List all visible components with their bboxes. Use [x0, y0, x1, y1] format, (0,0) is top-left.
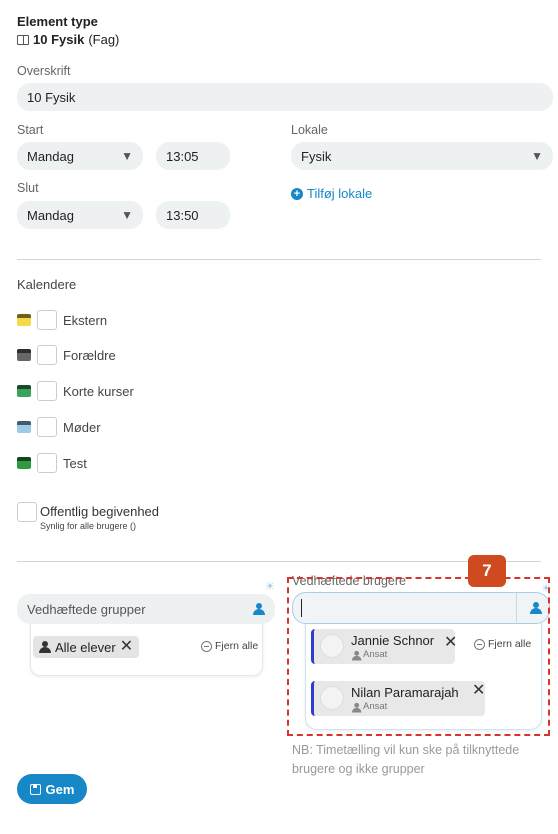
slut-time-input[interactable]: 13:50: [156, 201, 230, 229]
calendar-checkbox-korte-kurser[interactable]: [37, 381, 57, 401]
calendar-name: Ekstern: [63, 312, 108, 328]
start-day-select[interactable]: Mandag ▼: [17, 142, 143, 170]
save-icon: [29, 783, 41, 795]
calendar-name: Forældre: [63, 347, 116, 363]
calendar-checkbox-test[interactable]: [37, 453, 57, 473]
groups-remove-all-label: Fjern alle: [215, 640, 259, 652]
person-icon[interactable]: [253, 603, 265, 615]
calendar-icon: [17, 457, 31, 469]
element-type-title: Element type: [17, 14, 98, 29]
calendar-row: Test: [17, 453, 87, 473]
calendar-icon: [17, 385, 31, 397]
groups-label: Vedhæftede grupper: [27, 601, 146, 617]
groups-search[interactable]: Vedhæftede grupper: [17, 594, 275, 624]
group-chip-label: Alle elever: [55, 639, 116, 655]
groups-remove-all[interactable]: Fjern alle: [201, 640, 258, 652]
calendar-name: Møder: [63, 419, 101, 435]
start-label: Start: [17, 123, 44, 137]
divider: [17, 259, 541, 260]
save-label: Gem: [45, 781, 75, 797]
person-icon: [39, 641, 51, 653]
overskrift-value: 10 Fysik: [27, 89, 76, 105]
element-type-value: 10 Fysik (Fag): [17, 32, 119, 47]
annotation-badge: 7: [468, 555, 506, 587]
calendar-row: Møder: [17, 417, 101, 437]
kalendere-label: Kalendere: [17, 277, 77, 292]
calendar-row: Ekstern: [17, 310, 107, 330]
calendar-name: Korte kurser: [63, 383, 134, 399]
start-time-value: 13:05: [166, 148, 199, 164]
chevron-down-icon: ▼: [121, 208, 133, 222]
offentlig-sub: Synlig for alle brugere (): [40, 521, 137, 531]
annotation-box: [287, 577, 550, 736]
minus-circle-icon: [201, 640, 212, 652]
calendar-checkbox-foraeldre[interactable]: [37, 345, 57, 365]
calendar-row: Forældre: [17, 345, 116, 365]
calendar-icon: [17, 421, 31, 433]
lokale-value: Fysik: [301, 148, 332, 164]
start-time-input[interactable]: 13:05: [156, 142, 230, 170]
close-icon[interactable]: ✕: [120, 639, 133, 655]
calendar-row: Korte kurser: [17, 381, 134, 401]
book-icon: [17, 34, 29, 45]
offentlig-label: Offentlig begivenhed: [40, 504, 160, 519]
offentlig-checkbox[interactable]: [17, 502, 37, 522]
slut-day-value: Mandag: [27, 207, 74, 223]
lokale-select[interactable]: Fysik ▼: [291, 142, 553, 170]
add-lokale-link[interactable]: + Tilføj lokale: [291, 186, 372, 201]
slut-label: Slut: [17, 181, 39, 195]
add-lokale-label: Tilføj lokale: [307, 186, 373, 201]
slut-time-value: 13:50: [166, 207, 199, 223]
element-type-name: 10 Fysik: [33, 32, 85, 47]
lightbulb-icon: ☀: [265, 581, 275, 593]
calendar-name: Test: [63, 455, 87, 471]
plus-circle-icon: +: [291, 187, 303, 200]
users-note: NB: Timetælling vil kun ske på tilknytte…: [292, 743, 520, 776]
calendar-icon: [17, 314, 31, 326]
save-button[interactable]: Gem: [17, 774, 87, 804]
divider: [17, 561, 541, 562]
element-type-suffix: (Fag): [88, 32, 120, 47]
calendar-icon: [17, 349, 31, 361]
group-chip: Alle elever ✕: [33, 636, 140, 658]
overskrift-input[interactable]: 10 Fysik: [17, 83, 553, 111]
calendar-checkbox-moeder[interactable]: [37, 417, 57, 437]
calendar-checkbox-ekstern[interactable]: [37, 310, 57, 330]
slut-day-select[interactable]: Mandag ▼: [17, 201, 143, 229]
start-day-value: Mandag: [27, 148, 74, 164]
chevron-down-icon: ▼: [121, 149, 133, 163]
overskrift-label: Overskrift: [17, 64, 71, 78]
chevron-down-icon: ▼: [531, 149, 543, 163]
lokale-label: Lokale: [291, 123, 328, 137]
